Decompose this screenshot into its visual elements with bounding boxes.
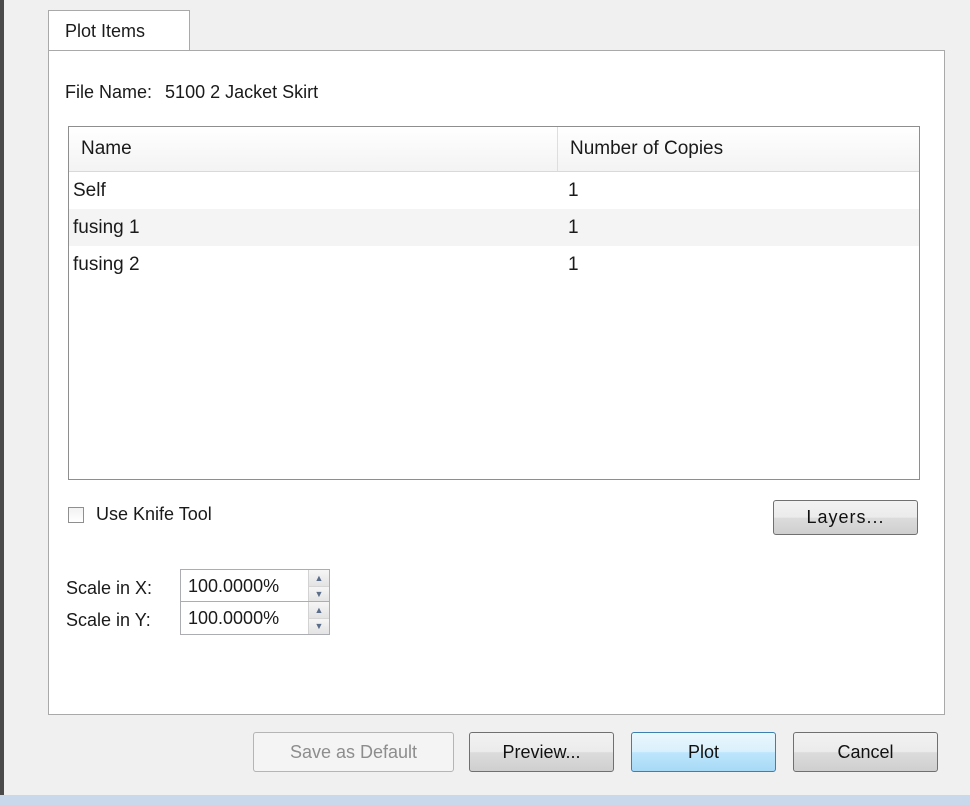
row-name-cell: fusing 2 [73, 254, 140, 275]
scale-x-spin-buttons: ▲ ▼ [308, 570, 329, 602]
table-header: Name Number of Copies [69, 127, 919, 172]
scale-y-spin-buttons: ▲ ▼ [308, 602, 329, 634]
scale-x-value[interactable]: 100.0000% [181, 570, 308, 602]
window-frame-bottom [0, 795, 970, 805]
scale-y-label: Scale in Y: [66, 610, 151, 630]
row-name-cell: Self [73, 180, 106, 201]
down-arrow-icon[interactable]: ▼ [309, 618, 329, 634]
table-row[interactable]: fusing 1 1 [69, 209, 919, 246]
scale-x-spinbox[interactable]: 100.0000% ▲ ▼ [180, 569, 330, 603]
table-row[interactable]: fusing 2 1 [69, 246, 919, 283]
cancel-button[interactable]: Cancel [793, 732, 938, 772]
file-name-value: 5100 2 Jacket Skirt [165, 82, 319, 102]
row-copies-cell[interactable]: 1 [558, 246, 919, 283]
scale-y-value[interactable]: 100.0000% [181, 602, 308, 634]
table-row[interactable]: Self 1 [69, 172, 919, 209]
use-knife-tool-label: Use Knife Tool [96, 504, 212, 524]
down-arrow-icon[interactable]: ▼ [309, 586, 329, 602]
column-header-name[interactable]: Name [69, 127, 558, 171]
plot-items-table: Name Number of Copies Self 1 fusing 1 1 … [68, 126, 920, 480]
layers-button[interactable]: Layers... [773, 500, 918, 535]
row-copies-cell[interactable]: 1 [558, 172, 919, 209]
up-arrow-icon[interactable]: ▲ [309, 602, 329, 619]
preview-button[interactable]: Preview... [469, 732, 614, 772]
row-copies-cell[interactable]: 1 [558, 209, 919, 246]
use-knife-tool-checkbox[interactable] [68, 506, 84, 523]
column-header-copies[interactable]: Number of Copies [558, 127, 919, 171]
tab-plot-items[interactable]: Plot Items [48, 10, 190, 51]
save-as-default-button[interactable]: Save as Default [253, 732, 454, 772]
row-name-cell: fusing 1 [73, 217, 140, 238]
scale-y-spinbox[interactable]: 100.0000% ▲ ▼ [180, 601, 330, 635]
use-knife-tool-option[interactable]: Use Knife Tool [68, 504, 212, 525]
up-arrow-icon[interactable]: ▲ [309, 570, 329, 587]
file-name-row: File Name: 5100 2 Jacket Skirt [65, 82, 318, 103]
plot-button[interactable]: Plot [631, 732, 776, 772]
file-name-label: File Name: [65, 82, 153, 102]
scale-x-label: Scale in X: [66, 578, 153, 598]
tab-label: Plot Items [65, 21, 146, 41]
